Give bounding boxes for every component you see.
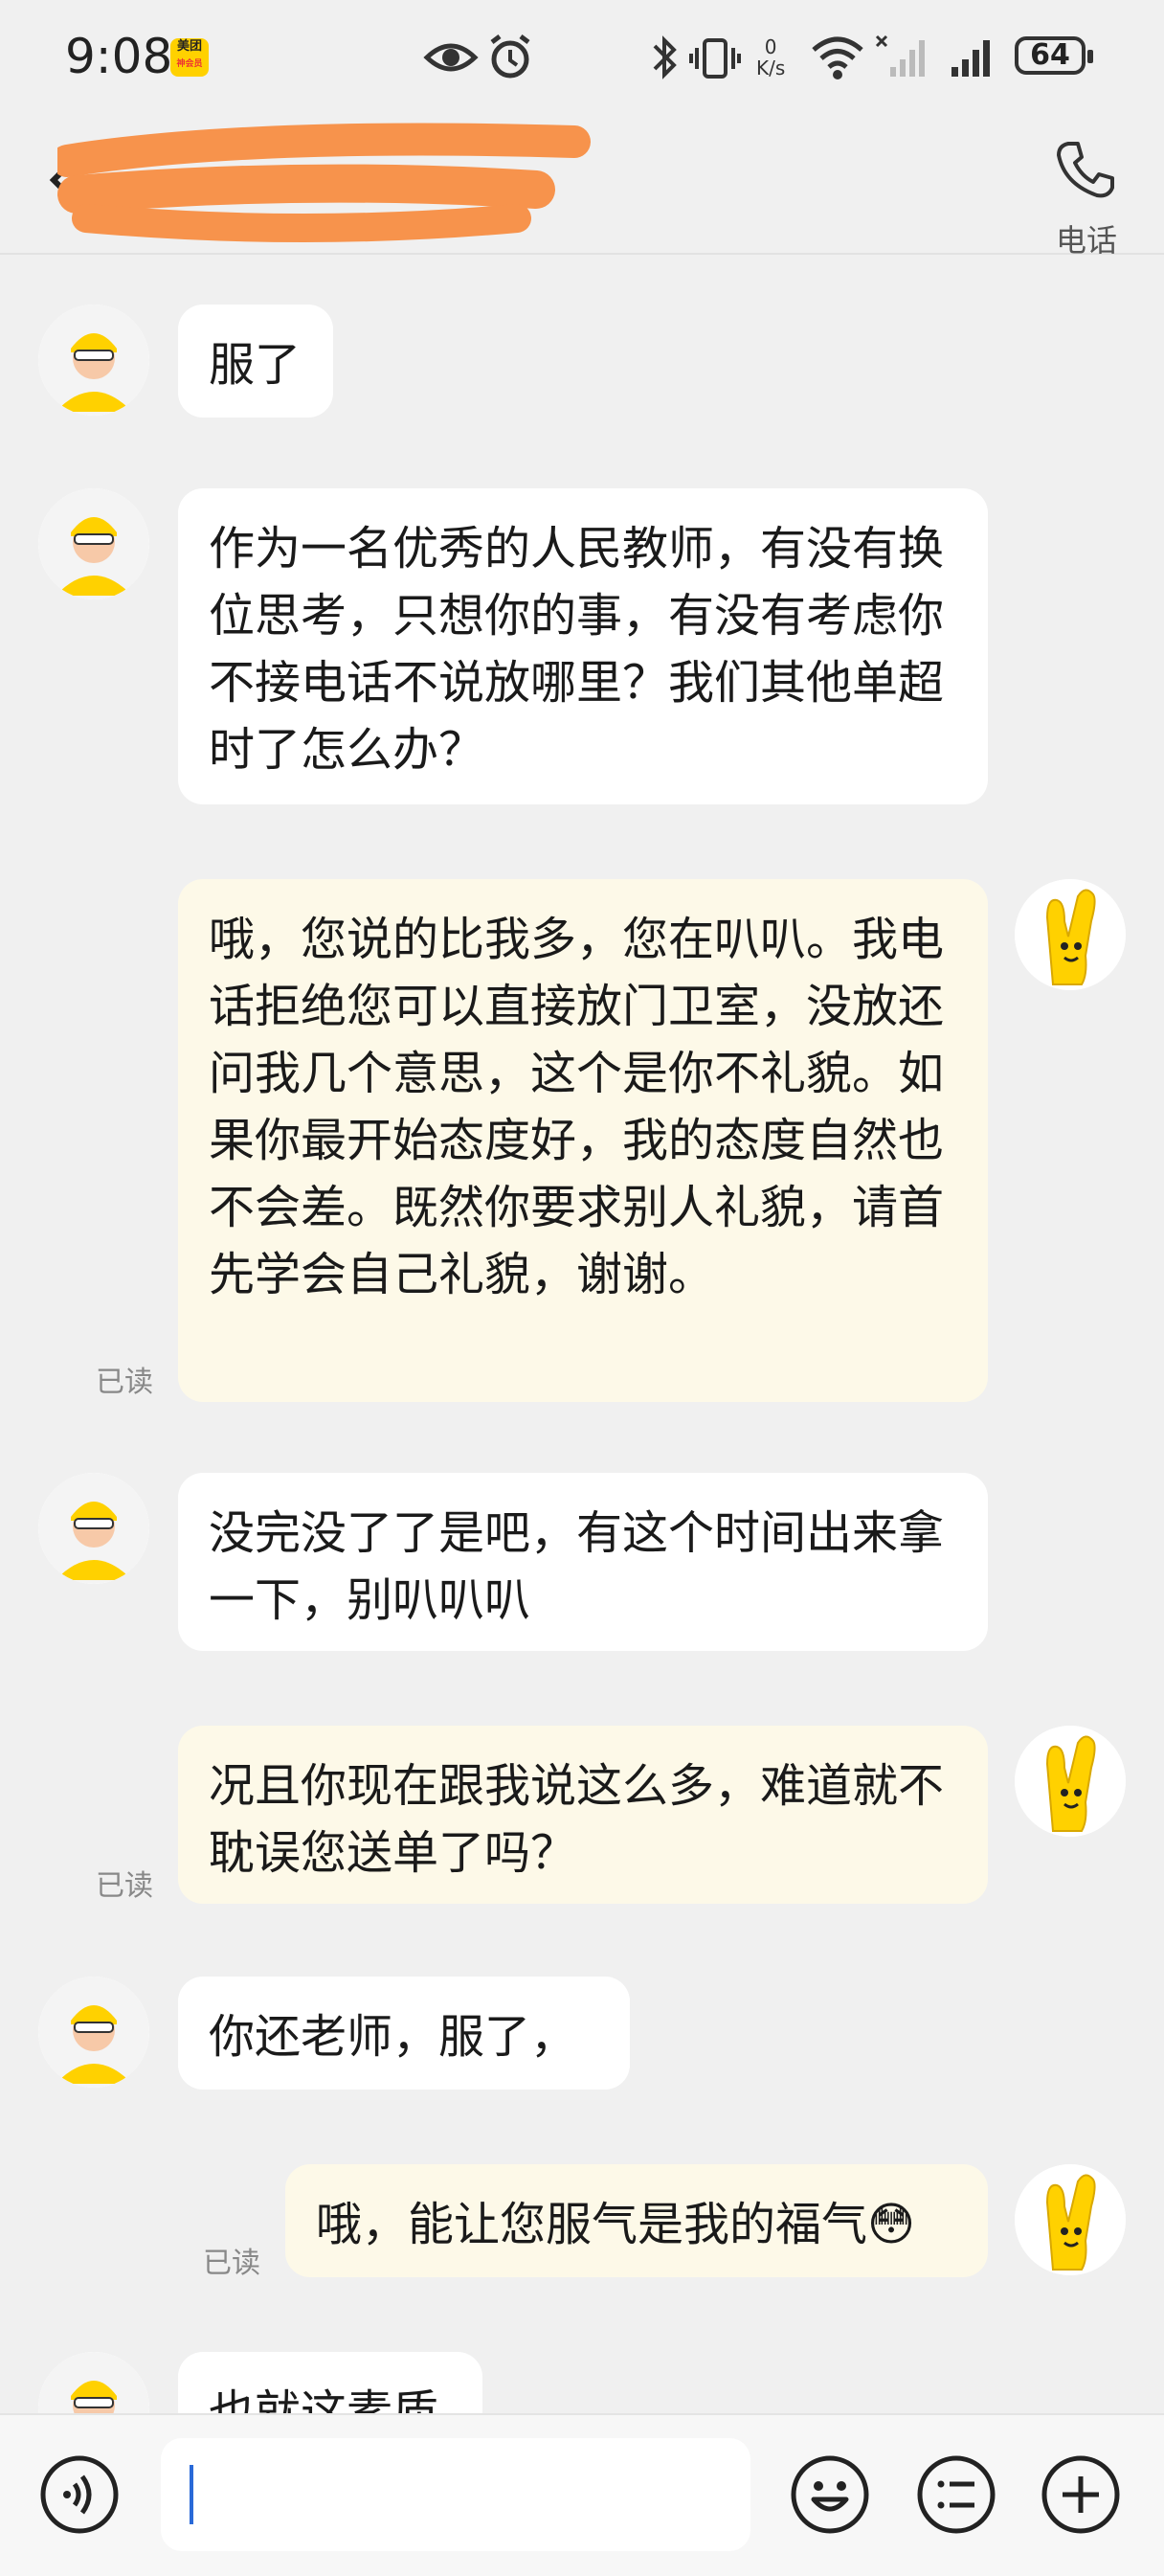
- voice-icon[interactable]: [38, 2453, 121, 2536]
- my-avatar-icon: [1015, 879, 1126, 990]
- read-receipt: 已读: [203, 2247, 260, 2280]
- net-speed-unit: K/s: [756, 56, 786, 79]
- meituan-app-icon: 美团 神会员: [170, 38, 209, 77]
- outgoing-message-bubble[interactable]: 况且你现在跟我说这么多，难道就不耽误您送单了吗？: [178, 1726, 988, 1904]
- courier-avatar-icon: [38, 1473, 149, 1584]
- courier-avatar[interactable]: [38, 2352, 149, 2413]
- courier-avatar[interactable]: [38, 1473, 149, 1584]
- my-avatar[interactable]: [1015, 1726, 1126, 1837]
- alarm-icon: [490, 34, 530, 79]
- my-avatar-icon: [1015, 2164, 1126, 2275]
- wifi-icon: [812, 36, 863, 79]
- status-time: 9:08: [65, 29, 173, 84]
- my-avatar[interactable]: [1015, 2164, 1126, 2275]
- net-speed: 0 K/s: [756, 36, 785, 79]
- signal-sim1-icon: [951, 40, 990, 77]
- signal-sim2-icon: [875, 34, 925, 77]
- app-badge-sub: 神会员: [176, 59, 203, 69]
- courier-avatar[interactable]: [38, 488, 149, 599]
- emoji-icon[interactable]: [789, 2453, 871, 2536]
- read-receipt: 已读: [96, 1366, 153, 1399]
- incoming-message-bubble[interactable]: 作为一名优秀的人民教师，有没有换位思考，只想你的事，有没有考虑你不接电话不说放哪…: [178, 488, 988, 804]
- incoming-message-bubble[interactable]: 你还老师，服了，: [178, 1977, 630, 2090]
- status-bar: 9:08 美团神会员 0 K/s 64: [0, 0, 1164, 115]
- vibrate-icon: [689, 38, 741, 79]
- plus-icon[interactable]: [1040, 2453, 1122, 2536]
- courier-avatar-icon: [38, 2352, 149, 2413]
- phone-icon: [1057, 142, 1114, 198]
- eye-icon: [423, 43, 479, 72]
- courier-avatar[interactable]: [38, 1977, 149, 2088]
- my-avatar[interactable]: [1015, 879, 1126, 990]
- net-speed-value: 0: [764, 35, 777, 58]
- courier-avatar-icon: [38, 305, 149, 416]
- chat-header: 电话: [0, 115, 1164, 259]
- outgoing-message-bubble[interactable]: 哦，您说的比我多，您在叭叭。我电话拒绝您可以直接放门卫室，没放还问我几个意思，这…: [178, 879, 988, 1402]
- message-input[interactable]: [161, 2438, 750, 2551]
- read-receipt: 已读: [96, 1869, 153, 1903]
- incoming-message-bubble[interactable]: 服了: [178, 305, 333, 418]
- incoming-message-bubble[interactable]: 没完没了了是吧，有这个时间出来拿一下，别叭叭叭: [178, 1473, 988, 1651]
- bluetooth-icon: [653, 35, 677, 79]
- list-icon[interactable]: [915, 2453, 997, 2536]
- incoming-message-bubble[interactable]: 也就这素质: [178, 2352, 482, 2413]
- redacted-contact-name: [57, 123, 591, 242]
- battery-indicator: 64: [1015, 36, 1093, 75]
- my-avatar-icon: [1015, 1726, 1126, 1837]
- text-cursor: [190, 2465, 193, 2524]
- message-list[interactable]: 服了 作为一名优秀的人民教师，有没有换位思考，只想你的事，有没有考虑你不接电话不…: [0, 255, 1164, 2413]
- outgoing-message-bubble[interactable]: 哦，能让您服气是我的福气😳: [285, 2164, 988, 2277]
- courier-avatar-icon: [38, 488, 149, 599]
- courier-avatar-icon: [38, 1977, 149, 2088]
- app-badge-text: 美团: [176, 39, 202, 54]
- input-bar: [0, 2413, 1164, 2576]
- courier-avatar[interactable]: [38, 305, 149, 416]
- call-button[interactable]: 电话: [1034, 128, 1139, 259]
